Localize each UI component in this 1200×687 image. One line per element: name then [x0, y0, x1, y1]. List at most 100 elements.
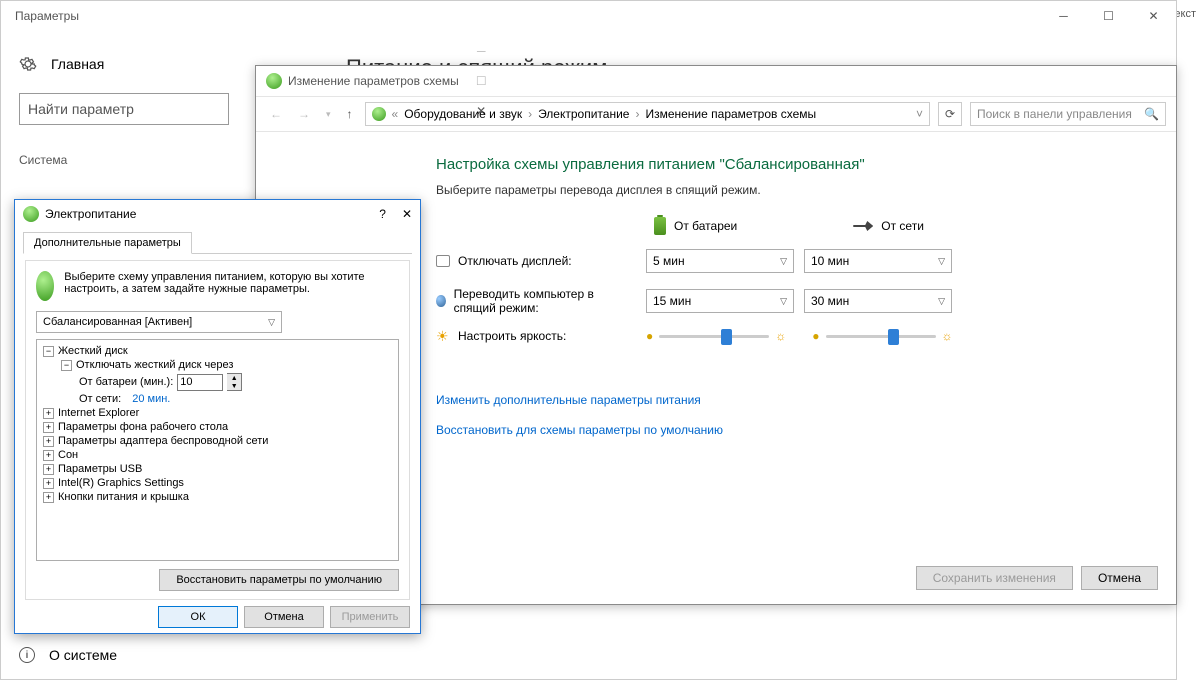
- plan-titlebar: Изменение параметров схемы ─ ☐ ✕: [256, 66, 1176, 96]
- restore-defaults-link[interactable]: Восстановить для схемы параметры по умол…: [436, 423, 1136, 437]
- advanced-settings-link[interactable]: Изменить дополнительные параметры питани…: [436, 393, 1136, 407]
- sun-dim-icon: ●: [646, 329, 653, 343]
- row-sleep-label: Переводить компьютер в спящий режим:: [454, 287, 636, 315]
- breadcrumb-item[interactable]: Изменение параметров схемы: [645, 107, 816, 121]
- chevron-down-icon: ▽: [938, 256, 945, 267]
- close-button[interactable]: ✕: [402, 207, 412, 221]
- breadcrumb-item[interactable]: Электропитание: [538, 107, 629, 121]
- on-ac-value[interactable]: 20 мин.: [132, 393, 170, 405]
- tree-item[interactable]: Отключать жесткий диск через: [76, 359, 233, 371]
- sun-bright-icon: ☼: [942, 329, 953, 343]
- tree-item[interactable]: Параметры USB: [58, 463, 142, 475]
- forward-button: →: [294, 105, 314, 123]
- maximize-button[interactable]: ☐: [1086, 1, 1131, 31]
- back-button[interactable]: ←: [266, 105, 286, 123]
- settings-titlebar: Параметры ─ ☐ ✕: [1, 1, 1176, 31]
- select-value: 10 мин: [811, 254, 849, 268]
- expand-icon[interactable]: +: [43, 478, 54, 489]
- row-brightness-label: Настроить яркость:: [458, 329, 566, 343]
- display-plugged-select[interactable]: 10 мин ▽: [804, 249, 952, 273]
- on-battery-value-input[interactable]: [177, 374, 223, 391]
- help-button[interactable]: ?: [379, 207, 386, 221]
- expand-icon[interactable]: +: [43, 464, 54, 475]
- on-battery-label: От батареи (мин.):: [79, 376, 173, 388]
- brightness-battery-slider[interactable]: ● ☼: [646, 329, 786, 343]
- settings-tree: −Жесткий диск −Отключать жесткий диск че…: [36, 339, 399, 561]
- search-settings-input[interactable]: Найти параметр: [19, 93, 229, 125]
- recent-dropdown[interactable]: ▾: [322, 107, 335, 122]
- chevron-left-icon: «: [392, 107, 399, 121]
- brightness-plugged-slider[interactable]: ● ☼: [812, 329, 952, 343]
- home-label: Главная: [51, 56, 104, 72]
- plug-icon: [853, 221, 873, 231]
- collapse-icon[interactable]: −: [43, 346, 54, 357]
- info-icon: i: [19, 647, 35, 663]
- tree-item[interactable]: Параметры фона рабочего стола: [58, 421, 228, 433]
- power-plan-icon: [266, 73, 282, 89]
- expand-icon[interactable]: +: [43, 422, 54, 433]
- up-button[interactable]: ↑: [343, 105, 357, 123]
- breadcrumb-item[interactable]: Оборудование и звук: [404, 107, 522, 121]
- column-plugged-label: От сети: [881, 219, 924, 233]
- search-icon: 🔍: [1144, 107, 1159, 121]
- column-plugged: От сети: [853, 219, 924, 233]
- home-nav[interactable]: Главная: [19, 55, 233, 73]
- spin-up-button[interactable]: ▲: [227, 374, 241, 382]
- address-bar: ← → ▾ ↑ « Оборудование и звук › Электроп…: [256, 96, 1176, 132]
- tree-item[interactable]: Сон: [58, 449, 78, 461]
- close-button[interactable]: ✕: [1131, 1, 1176, 31]
- power-dialog-titlebar: Электропитание ? ✕: [15, 200, 420, 228]
- chevron-down-icon: ▽: [268, 317, 275, 328]
- tab-advanced[interactable]: Дополнительные параметры: [23, 232, 192, 254]
- expand-icon[interactable]: +: [43, 450, 54, 461]
- power-options-dialog: Электропитание ? ✕ Дополнительные параме…: [14, 199, 421, 634]
- tree-item[interactable]: Жесткий диск: [58, 345, 128, 357]
- refresh-button[interactable]: ⟳: [938, 102, 962, 126]
- monitor-icon: [436, 255, 450, 267]
- search-placeholder: Поиск в панели управления: [977, 107, 1132, 121]
- collapse-icon[interactable]: −: [61, 360, 72, 371]
- tree-item[interactable]: Кнопки питания и крышка: [58, 491, 189, 503]
- power-scheme-select[interactable]: Сбалансированная [Активен] ▽: [36, 311, 282, 333]
- gear-icon: [19, 55, 37, 73]
- on-ac-label: От сети:: [79, 393, 121, 405]
- search-placeholder: Найти параметр: [28, 101, 134, 117]
- plan-heading: Настройка схемы управления питанием "Сба…: [436, 156, 1136, 173]
- apply-button: Применить: [330, 606, 410, 628]
- minimize-button[interactable]: ─: [1041, 1, 1086, 31]
- about-label: О системе: [49, 647, 117, 663]
- expand-icon[interactable]: +: [43, 408, 54, 419]
- spin-down-button[interactable]: ▼: [227, 382, 241, 390]
- control-panel-search[interactable]: Поиск в панели управления 🔍: [970, 102, 1166, 126]
- chevron-down-icon: ▽: [780, 296, 787, 307]
- plan-window-title: Изменение параметров схемы: [288, 74, 459, 88]
- sleep-plugged-select[interactable]: 30 мин▽: [804, 289, 952, 313]
- expand-icon[interactable]: +: [43, 436, 54, 447]
- intro-text: Выберите схему управления питанием, кото…: [64, 271, 399, 295]
- expand-icon[interactable]: +: [43, 492, 54, 503]
- breadcrumb[interactable]: « Оборудование и звук › Электропитание ›…: [365, 102, 930, 126]
- tree-item[interactable]: Internet Explorer: [58, 407, 139, 419]
- breadcrumb-dropdown[interactable]: ˅: [916, 107, 923, 121]
- column-battery: От батареи: [654, 217, 737, 235]
- sun-dim-icon: ●: [812, 329, 819, 343]
- chevron-right-icon: ›: [635, 107, 639, 121]
- moon-icon: [436, 295, 446, 307]
- cancel-button[interactable]: Отмена: [1081, 566, 1158, 590]
- power-plan-icon: [23, 206, 39, 222]
- column-battery-label: От батареи: [674, 219, 737, 233]
- tree-item[interactable]: Intel(R) Graphics Settings: [58, 477, 184, 489]
- select-value: 15 мин: [653, 294, 691, 308]
- ok-button[interactable]: ОК: [158, 606, 238, 628]
- select-value: 5 мин: [653, 254, 685, 268]
- cancel-button[interactable]: Отмена: [244, 606, 324, 628]
- sun-bright-icon: ☼: [775, 329, 786, 343]
- about-nav[interactable]: i О системе: [19, 647, 117, 663]
- display-battery-select[interactable]: 5 мин▽: [646, 249, 794, 273]
- minimize-button[interactable]: ─: [459, 36, 504, 66]
- sleep-battery-select[interactable]: 15 мин ▽: [646, 289, 794, 313]
- tree-item[interactable]: Параметры адаптера беспроводной сети: [58, 435, 268, 447]
- power-dialog-title: Электропитание: [45, 207, 136, 221]
- maximize-button[interactable]: ☐: [459, 66, 504, 96]
- restore-defaults-button[interactable]: Восстановить параметры по умолчанию: [159, 569, 399, 591]
